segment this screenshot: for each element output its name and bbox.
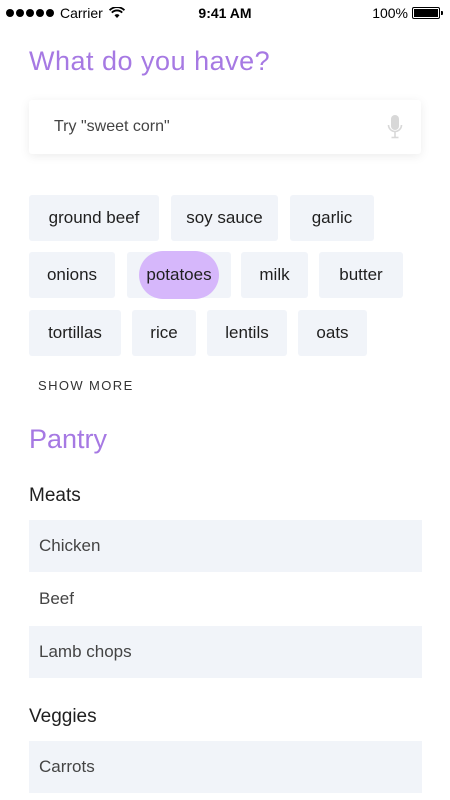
ingredient-chip[interactable]: lentils — [207, 310, 287, 356]
pantry-item-label: Carrots — [39, 757, 95, 776]
chip-label: lentils — [225, 323, 269, 342]
ingredient-chip[interactable]: rice — [132, 310, 196, 356]
chip-label: milk — [259, 265, 290, 284]
show-more-button[interactable]: SHOW MORE — [38, 378, 134, 393]
pantry-item[interactable]: Beef — [29, 573, 422, 625]
chip-label: garlic — [311, 208, 353, 227]
chip-label: onions — [46, 265, 98, 284]
chip-label: oats — [316, 323, 349, 342]
microphone-icon[interactable] — [387, 114, 403, 140]
chip-label: soy sauce — [186, 208, 263, 227]
battery-percent: 100% — [372, 5, 408, 21]
ingredient-chip[interactable]: garlic — [290, 195, 374, 241]
ingredient-chip[interactable]: onions — [29, 252, 115, 298]
pantry-item-label: Chicken — [39, 536, 101, 555]
chip-label: ground beef — [48, 208, 140, 227]
ingredient-chip-selected[interactable]: potatoes — [127, 251, 231, 299]
group-title-veggies: Veggies — [29, 706, 97, 727]
battery-icon — [412, 7, 443, 19]
pantry-item[interactable]: Carrots — [29, 741, 422, 793]
chip-label: tortillas — [48, 323, 102, 342]
ingredient-chip[interactable]: oats — [298, 310, 367, 356]
ingredient-chip[interactable]: soy sauce — [171, 195, 278, 241]
status-right: 100% — [372, 5, 443, 21]
pantry-item[interactable]: Lamb chops — [29, 626, 422, 678]
page-title: What do you have? — [29, 46, 271, 76]
pantry-item-label: Beef — [39, 589, 74, 608]
search-box[interactable] — [29, 100, 421, 154]
chip-label: rice — [150, 323, 178, 342]
pantry-item[interactable]: Chicken — [29, 520, 422, 572]
chip-label: potatoes — [146, 265, 212, 284]
group-title-meats: Meats — [29, 485, 81, 506]
search-input[interactable] — [29, 100, 369, 154]
ingredient-chip[interactable]: milk — [241, 252, 308, 298]
status-bar: Carrier 9:41 AM 100% — [0, 0, 450, 28]
pantry-item-label: Lamb chops — [39, 642, 132, 661]
ingredient-chip[interactable]: ground beef — [29, 195, 159, 241]
ingredient-chip[interactable]: tortillas — [29, 310, 121, 356]
pantry-title: Pantry — [29, 424, 108, 454]
ingredient-chip[interactable]: butter — [319, 252, 403, 298]
chip-label: butter — [339, 265, 383, 284]
